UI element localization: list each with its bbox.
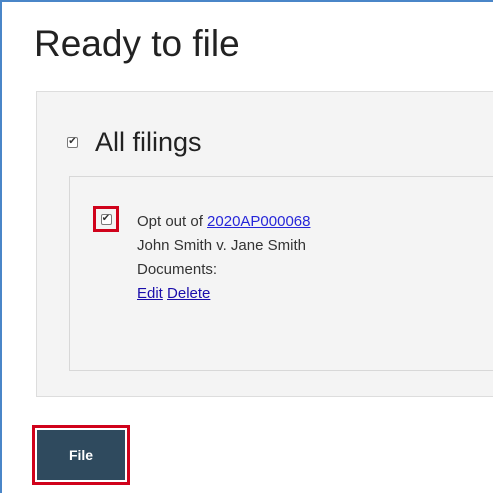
page-title: Ready to file bbox=[34, 23, 240, 64]
all-filings-panel: ✔ All filings ✔ Opt out of 2020AP000068 … bbox=[36, 91, 493, 397]
opt-out-prefix: Opt out of bbox=[137, 213, 208, 230]
all-filings-label: All filings bbox=[95, 126, 202, 157]
file-button-label: File bbox=[37, 430, 125, 480]
filing-details: Opt out of 2020AP000068 John Smith v. Ja… bbox=[137, 210, 310, 306]
opt-out-line: Opt out of 2020AP000068 bbox=[137, 210, 310, 234]
file-button[interactable]: File bbox=[32, 425, 130, 485]
documents-label: Documents: bbox=[137, 261, 218, 278]
checkmark-icon: ✔ bbox=[68, 136, 77, 147]
filing-checkbox-highlight[interactable]: ✔ bbox=[93, 206, 119, 232]
app-window: Ready to file ✔ All filings ✔ Opt out of… bbox=[0, 0, 493, 493]
case-name: John Smith v. Jane Smith bbox=[137, 237, 306, 254]
all-filings-checkbox[interactable]: ✔ bbox=[67, 136, 78, 148]
filing-checkbox[interactable]: ✔ bbox=[100, 213, 112, 225]
checkmark-icon: ✔ bbox=[101, 213, 111, 224]
all-filings-row: ✔ All filings bbox=[67, 122, 202, 162]
filing-actions: Edit Delete bbox=[137, 282, 310, 306]
delete-link[interactable]: Delete bbox=[167, 285, 210, 302]
edit-link[interactable]: Edit bbox=[137, 285, 163, 302]
filing-card: ✔ Opt out of 2020AP000068 John Smith v. … bbox=[69, 176, 493, 371]
case-number-link[interactable]: 2020AP000068 bbox=[207, 213, 310, 230]
